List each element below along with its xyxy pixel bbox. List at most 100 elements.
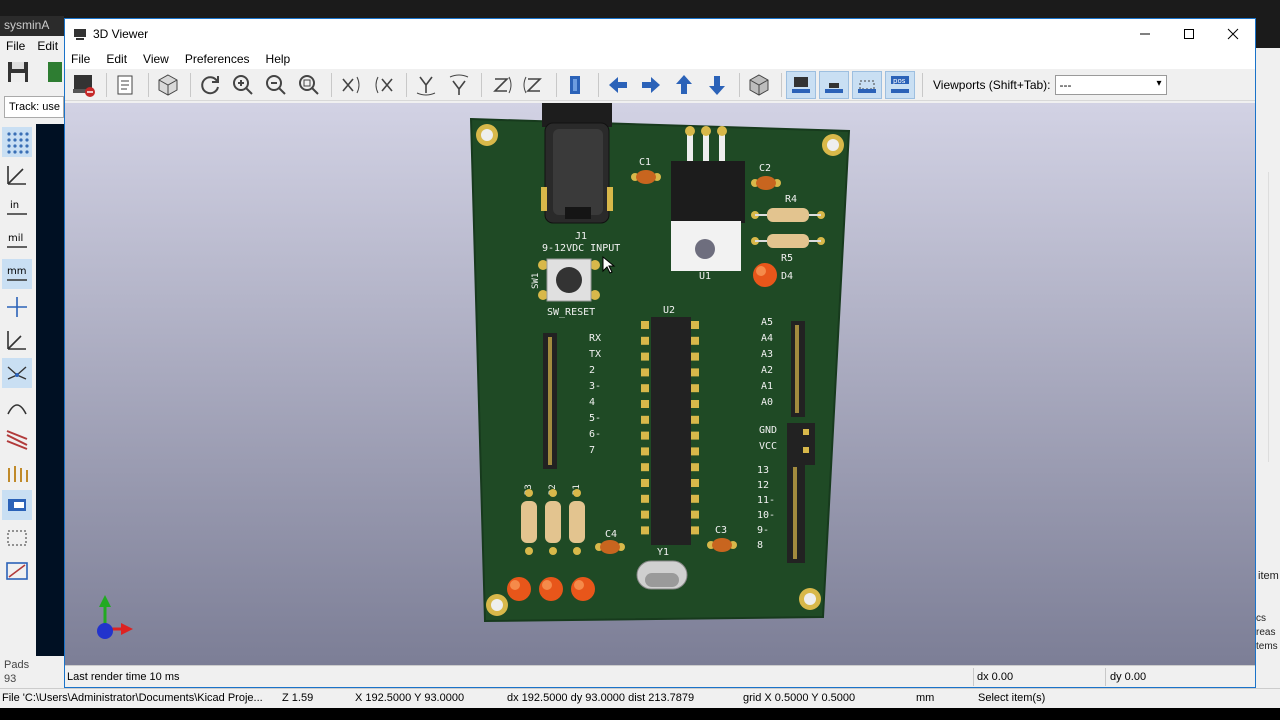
u2-pin <box>691 400 699 408</box>
menu-view[interactable]: View <box>143 52 169 66</box>
save-icon[interactable] <box>0 56 64 92</box>
status-divider <box>973 668 974 686</box>
menu-help[interactable]: Help <box>266 52 291 66</box>
units-mm-icon[interactable]: mm <box>2 259 32 289</box>
rotate-x-ccw-icon <box>375 76 393 93</box>
ortho-view-button[interactable] <box>744 71 774 99</box>
header-power <box>787 423 815 465</box>
move-down-button[interactable] <box>702 71 732 99</box>
status-delta: dx 192.5000 dy 93.0000 dist 213.7879 <box>507 692 695 704</box>
label-c2: C2 <box>759 163 771 174</box>
graphic-outline-icon[interactable] <box>2 523 32 553</box>
bg-menu-edit[interactable]: Edit <box>37 39 58 56</box>
render-3d-button[interactable] <box>153 71 183 99</box>
svg-text:in: in <box>10 200 19 211</box>
zone-display-icon[interactable] <box>2 424 32 454</box>
track-width-select[interactable]: Track: use n <box>4 96 64 118</box>
u2-pin <box>691 336 699 345</box>
label-c4: C4 <box>605 529 617 540</box>
move-up-button[interactable] <box>669 71 699 99</box>
power-pin-label-0: GND <box>759 425 777 436</box>
zoom-out-button[interactable] <box>261 71 291 99</box>
rotate-z-cw-button[interactable] <box>486 71 516 99</box>
label-r5: R5 <box>781 253 793 264</box>
zoom-fit-button[interactable] <box>294 71 324 99</box>
rotate-y-cw-button[interactable] <box>411 71 441 99</box>
move-left-button[interactable] <box>603 71 633 99</box>
polar-coords-icon[interactable] <box>2 160 32 190</box>
u2-pin <box>691 463 699 472</box>
3d-viewport[interactable]: J1 9-12VDC INPUT SW1 SW_RESET C1 C2 U1 R… <box>65 103 1255 665</box>
left-pin-label-2: 2 <box>589 365 595 376</box>
pads-counter: Pads 93 <box>4 658 29 686</box>
bg-menu-file[interactable]: File <box>6 39 25 56</box>
close-button[interactable] <box>1211 19 1255 49</box>
right-panel-text-1: item <box>1258 570 1279 582</box>
u2-pin <box>641 321 649 329</box>
render-time: Last render time 10 ms <box>67 671 180 683</box>
maximize-icon <box>1184 29 1194 39</box>
ratsnest-icon[interactable] <box>2 358 32 388</box>
right-panel-title-edge <box>1256 36 1280 48</box>
left-pin-label-0: RX <box>589 333 601 344</box>
digital-pin-label-0: 13 <box>757 465 769 476</box>
arrow-right-icon <box>642 76 660 93</box>
rotate-x-ccw-button[interactable] <box>369 71 399 99</box>
show-not-in-posfile-button[interactable]: pos <box>885 70 915 99</box>
menu-file[interactable]: File <box>71 52 90 66</box>
close-icon <box>1227 28 1239 40</box>
viewer-menubar: File Edit View Preferences Help <box>65 49 1255 69</box>
led-bottom-2 <box>539 577 563 601</box>
minimize-button[interactable] <box>1123 19 1167 49</box>
rotate-z-ccw-button[interactable] <box>519 71 549 99</box>
layer-alpha-icon[interactable] <box>2 556 32 586</box>
u2-pin <box>691 510 699 519</box>
u2-pin <box>691 321 699 329</box>
flip-board-button[interactable] <box>561 71 591 99</box>
viewer-dx: dx 0.00 <box>977 671 1014 683</box>
left-pin-label-5: 5- <box>589 413 601 424</box>
copy-image-button[interactable] <box>111 71 141 99</box>
mounting-hole <box>486 594 508 616</box>
render-raytracing-button[interactable] <box>69 71 99 99</box>
show-virtual-button[interactable] <box>852 70 882 99</box>
pcb-3d-render: J1 9-12VDC INPUT SW1 SW_RESET C1 C2 U1 R… <box>97 103 851 639</box>
copy-icon <box>117 75 133 94</box>
u2-pin <box>691 526 699 535</box>
cursor-shape-icon[interactable] <box>2 292 32 322</box>
digital-pin-label-2: 11- <box>757 495 775 506</box>
via-display-icon[interactable] <box>2 490 32 520</box>
move-right-button[interactable] <box>636 71 666 99</box>
label-u1: U1 <box>699 271 711 282</box>
viewer-statusbar: Last render time 10 ms dx 0.00 dy 0.00 <box>65 665 1255 687</box>
u2-pin <box>641 431 649 440</box>
reload-button[interactable] <box>195 71 225 99</box>
posfile-icon: pos <box>891 75 909 93</box>
pad-display-icon[interactable] <box>2 457 32 487</box>
show-smd-button[interactable] <box>819 70 849 99</box>
cube-3d-icon <box>158 73 178 96</box>
status-grid: grid X 0.5000 Y 0.5000 <box>743 692 856 704</box>
curved-ratsnest-icon[interactable] <box>2 391 32 421</box>
angle-constraint-icon[interactable] <box>2 325 32 355</box>
show-tht-button[interactable] <box>786 70 816 99</box>
led-bottom-3 <box>571 577 595 601</box>
background-app-title: sysminA <box>0 16 64 36</box>
menu-preferences[interactable]: Preferences <box>185 52 250 66</box>
zoom-in-button[interactable] <box>228 71 258 99</box>
label-y1: Y1 <box>657 547 669 558</box>
u2-pin <box>691 368 699 377</box>
units-mil-icon[interactable]: mil <box>2 226 32 256</box>
u2-pin <box>641 336 649 345</box>
rotate-y-ccw-button[interactable] <box>444 71 474 99</box>
maximize-button[interactable] <box>1167 19 1211 49</box>
rotate-z-ccw-icon <box>523 76 542 93</box>
mounting-hole <box>799 588 821 610</box>
toolbar-separator <box>106 72 107 97</box>
menu-edit[interactable]: Edit <box>106 52 127 66</box>
units-inch-icon[interactable]: in <box>2 193 32 223</box>
viewports-dropdown[interactable]: --- ▾ <box>1054 74 1167 95</box>
right-scrollbar[interactable] <box>1268 172 1280 462</box>
rotate-x-cw-button[interactable] <box>336 71 366 99</box>
grid-toggle-icon[interactable] <box>2 127 32 157</box>
